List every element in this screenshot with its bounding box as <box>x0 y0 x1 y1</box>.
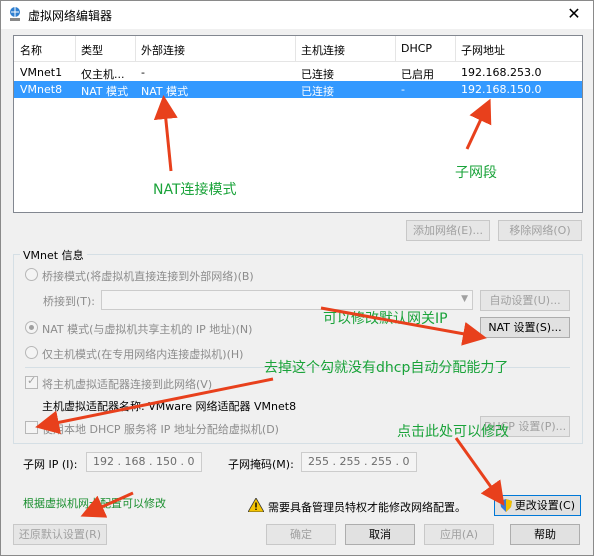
chevron-down-icon: ▼ <box>461 294 468 304</box>
vmware-network-icon <box>7 6 23 22</box>
bridge-mode-label: 桥接模式(将虚拟机直接连接到外部网络)(B) <box>42 270 254 283</box>
title-bar: 虚拟网络编辑器 ✕ <box>1 1 593 29</box>
remove-network-button[interactable]: 移除网络(O) <box>498 220 582 241</box>
apply-button[interactable]: 应用(A) <box>424 524 494 545</box>
column-header-name[interactable]: 名称 <box>20 42 42 58</box>
vmnet-info-label: VMnet 信息 <box>20 247 87 263</box>
network-table: 名称 类型 外部连接 主机连接 DHCP 子网地址 VMnet1 仅主机... … <box>13 35 583 213</box>
table-row[interactable]: VMnet1 仅主机... - 已连接 已启用 192.168.253.0 <box>14 64 582 81</box>
warning-icon <box>247 497 265 515</box>
subnet-mask-label: 子网掩码(M): <box>228 458 294 471</box>
annotation-nat-mode: NAT连接模式 <box>153 182 237 198</box>
auto-settings-button[interactable]: 自动设置(U)... <box>480 290 570 311</box>
help-button[interactable]: 帮助 <box>510 524 580 545</box>
table-row-selected[interactable]: VMnet8 NAT 模式 NAT 模式 已连接 - 192.168.150.0 <box>14 81 582 98</box>
use-dhcp-label: 使用本地 DHCP 服务将 IP 地址分配给虚拟机(D) <box>42 423 279 436</box>
window-title: 虚拟网络编辑器 <box>28 9 113 23</box>
annotation-gateway: 可以修改默认网关IP <box>323 311 448 327</box>
column-header-type[interactable]: 类型 <box>81 42 103 58</box>
nat-mode-radio[interactable] <box>25 321 38 334</box>
table-header: 名称 类型 外部连接 主机连接 DHCP 子网地址 <box>14 36 582 62</box>
cell-subnet: 192.168.253.0 <box>461 66 542 79</box>
arrow-to-change-settings <box>454 437 505 506</box>
subnet-mask-input[interactable]: 255 . 255 . 255 . 0 <box>301 452 417 472</box>
cell-name: VMnet8 <box>20 83 63 96</box>
cell-host: 已连接 <box>301 85 334 98</box>
cell-dhcp: 已启用 <box>401 68 434 81</box>
restore-defaults-button[interactable]: 还原默认设置(R) <box>13 524 107 545</box>
bridge-to-label: 桥接到(T): <box>43 295 96 308</box>
change-settings-button[interactable]: 更改设置(C) <box>494 495 581 516</box>
column-divider <box>295 36 296 62</box>
annotation-dhcp: 去掉这个勾就没有dhcp自动分配能力了 <box>264 360 509 376</box>
subnet-ip-input[interactable]: 192 . 168 . 150 . 0 <box>86 452 202 472</box>
nat-settings-button[interactable]: NAT 设置(S)... <box>480 317 570 338</box>
column-divider <box>135 36 136 62</box>
column-header-subnet[interactable]: 子网地址 <box>461 42 505 58</box>
use-dhcp-checkbox[interactable] <box>25 421 38 434</box>
annotation-click-here: 点击此处可以修改 <box>397 424 509 440</box>
host-only-label: 仅主机模式(在专用网络内连接虚拟机)(H) <box>42 348 244 361</box>
cancel-button[interactable]: 取消 <box>345 524 415 545</box>
close-button[interactable]: ✕ <box>561 3 587 25</box>
add-network-button[interactable]: 添加网络(E)... <box>406 220 490 241</box>
cell-name: VMnet1 <box>20 66 63 79</box>
cell-external: NAT 模式 <box>141 85 189 98</box>
bridge-mode-radio[interactable] <box>25 268 38 281</box>
cell-type: NAT 模式 <box>81 85 129 98</box>
column-header-dhcp[interactable]: DHCP <box>401 42 432 55</box>
adapter-name-text: 主机虚拟适配器名称: VMware 网络适配器 VMnet8 <box>42 400 297 413</box>
column-divider <box>395 36 396 62</box>
divider <box>25 443 570 444</box>
annotation-subnet: 子网段 <box>455 165 497 181</box>
column-header-host[interactable]: 主机连接 <box>301 42 345 58</box>
bridge-to-select[interactable]: ▼ <box>101 290 473 310</box>
cell-type: 仅主机... <box>81 68 125 81</box>
admin-notice-text: 需要具备管理员特权才能修改网络配置。 <box>268 501 466 514</box>
virtual-network-editor-window: 虚拟网络编辑器 ✕ 名称 类型 外部连接 主机连接 DHCP 子网地址 VMne… <box>0 0 594 556</box>
shield-icon <box>500 499 512 518</box>
cell-host: 已连接 <box>301 68 334 81</box>
column-divider <box>455 36 456 62</box>
cell-external: - <box>141 66 145 79</box>
cell-subnet: 192.168.150.0 <box>461 83 542 96</box>
connect-adapter-checkbox[interactable] <box>25 374 38 389</box>
cell-dhcp: - <box>401 83 405 96</box>
annotation-modify-by-card: 根据虚拟机网卡配置可以修改 <box>23 497 166 510</box>
column-divider <box>75 36 76 62</box>
nat-mode-label: NAT 模式(与虚拟机共享主机的 IP 地址)(N) <box>42 323 253 336</box>
subnet-ip-label: 子网 IP (I): <box>23 458 78 471</box>
column-header-external[interactable]: 外部连接 <box>141 42 185 58</box>
change-settings-label: 更改设置(C) <box>514 499 575 512</box>
host-only-radio[interactable] <box>25 346 38 359</box>
connect-adapter-label: 将主机虚拟适配器连接到此网络(V) <box>42 378 213 391</box>
ok-button[interactable]: 确定 <box>266 524 336 545</box>
